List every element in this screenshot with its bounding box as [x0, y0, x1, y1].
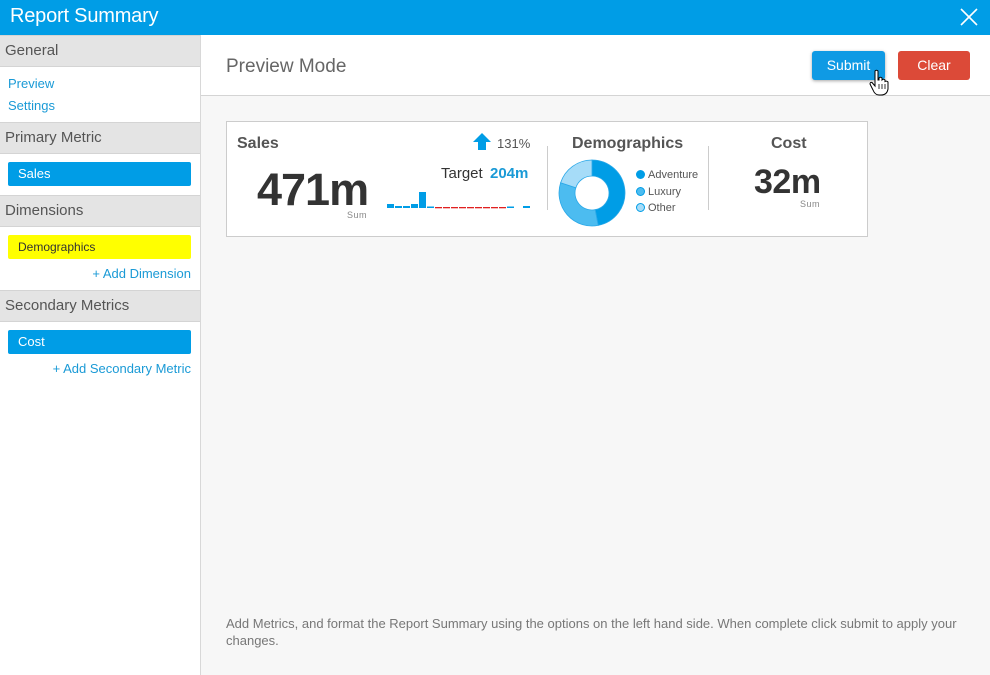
- secondary-metric-cost[interactable]: Cost: [8, 330, 191, 354]
- clear-button[interactable]: Clear: [898, 51, 970, 80]
- legend-dot-icon: [636, 187, 645, 196]
- sparkline-bar: [507, 206, 514, 208]
- sparkline-bar: [411, 204, 418, 208]
- legend-adventure: Adventure: [636, 169, 698, 181]
- sparkline-target-miss-bar: [451, 207, 458, 209]
- sparkline-bar: [419, 192, 426, 208]
- sidebar: General Preview Settings Primary Metric …: [0, 35, 201, 675]
- divider: [547, 146, 548, 210]
- help-text: Add Metrics, and format the Report Summa…: [226, 616, 957, 648]
- demographics-donut: [558, 159, 626, 227]
- sparkline-target-miss-bar: [435, 207, 442, 209]
- sparkline-target-miss-bar: [483, 207, 490, 209]
- sparkline-bar: [395, 206, 402, 208]
- sales-change: 131%: [497, 136, 531, 151]
- add-secondary-metric-link[interactable]: + Add Secondary Metric: [53, 361, 191, 376]
- sparkline-target-miss-bar: [467, 207, 474, 209]
- page-title: Preview Mode: [226, 56, 347, 77]
- sparkline-bar: [427, 206, 434, 208]
- sales-label: Sales: [237, 135, 279, 152]
- preview-link[interactable]: Preview: [8, 76, 54, 91]
- sparkline-target-miss-bar: [499, 207, 506, 209]
- donut-slice-adventure: [591, 159, 626, 226]
- sparkline-bar: [387, 204, 394, 208]
- sparkline-target-miss-bar: [459, 207, 466, 209]
- close-icon[interactable]: [958, 6, 980, 28]
- main-header: Preview Mode Submit Clear: [201, 35, 990, 96]
- section-primary-metric-header: Primary Metric: [0, 122, 200, 154]
- report-summary-card: Sales 131% 471m Sum Target 204m Demograp…: [226, 121, 868, 237]
- cost-label: Cost: [771, 135, 807, 152]
- title-bar: Report Summary: [0, 0, 990, 35]
- dimension-demographics[interactable]: Demographics: [8, 235, 191, 259]
- sparkline-bar: [523, 206, 530, 208]
- sales-sparkline: [387, 192, 530, 209]
- settings-link[interactable]: Settings: [8, 98, 55, 113]
- sales-value: 471m: [257, 164, 369, 215]
- sparkline-target-miss-bar: [491, 207, 498, 209]
- donut-slice-other: [560, 159, 593, 189]
- add-dimension-link[interactable]: + Add Dimension: [92, 266, 191, 281]
- section-general-header: General: [0, 35, 200, 67]
- section-secondary-metrics-header: Secondary Metrics: [0, 290, 200, 322]
- target-value: 204m: [490, 165, 529, 182]
- legend-luxury: Luxury: [636, 186, 681, 198]
- main-panel: Preview Mode Submit Clear Sales 131% 471…: [201, 35, 990, 675]
- arrow-up-icon: [473, 133, 491, 150]
- hand-cursor-icon: [869, 69, 889, 96]
- sparkline-bar: [403, 206, 410, 208]
- sparkline-target-miss-bar: [475, 207, 482, 209]
- donut-slice-luxury: [558, 182, 599, 227]
- legend-other: Other: [636, 202, 676, 214]
- primary-metric-sales[interactable]: Sales: [8, 162, 191, 186]
- legend-dot-icon: [636, 170, 645, 179]
- sales-agg: Sum: [347, 210, 368, 220]
- section-dimensions-header: Dimensions: [0, 195, 200, 227]
- demographics-label: Demographics: [572, 135, 684, 152]
- sparkline-target-miss-bar: [443, 207, 450, 209]
- divider: [708, 146, 709, 210]
- cost-value: 32m: [754, 163, 821, 201]
- cost-agg: Sum: [800, 199, 821, 209]
- legend-dot-icon: [636, 203, 645, 212]
- target-label: Target: [441, 165, 483, 182]
- window-title: Report Summary: [10, 5, 159, 27]
